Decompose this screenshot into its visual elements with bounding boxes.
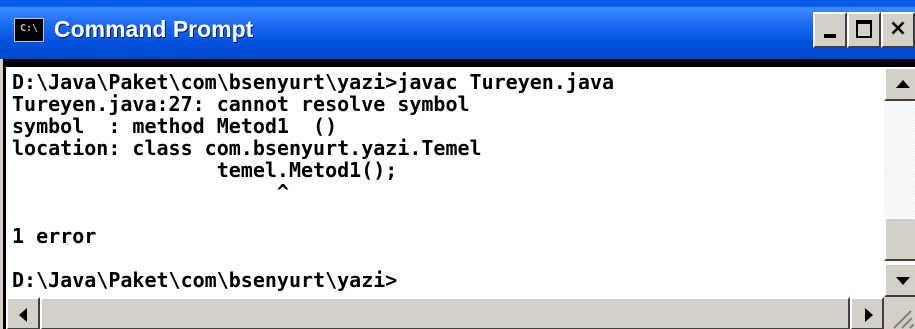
horizontal-scrollbar[interactable]	[6, 297, 884, 329]
console-line: location: class com.bsenyurt.yazi.Temel	[12, 136, 482, 160]
console-line: 1 error	[12, 224, 97, 248]
console-line: temel.Metod1();	[12, 158, 398, 182]
console-line: symbol : method Metod1 ()	[12, 114, 338, 138]
resize-grip-icon[interactable]	[884, 297, 915, 329]
console-icon[interactable]: C:\	[14, 18, 44, 42]
scroll-left-button[interactable]	[6, 297, 40, 329]
arrow-up-icon	[896, 80, 910, 88]
maximize-button[interactable]	[847, 12, 881, 48]
console-output[interactable]: D:\Java\Paket\com\bsenyurt\yazi>javac Tu…	[6, 67, 884, 297]
scroll-up-button[interactable]	[884, 67, 915, 101]
console-text: D:\Java\Paket\com\bsenyurt\yazi>javac Tu…	[6, 67, 884, 291]
arrow-left-icon	[19, 308, 27, 322]
console-area: D:\Java\Paket\com\bsenyurt\yazi>javac Tu…	[0, 59, 915, 329]
maximize-icon	[856, 20, 872, 38]
console-line: D:\Java\Paket\com\bsenyurt\yazi>javac Tu…	[12, 70, 615, 94]
window-title: Command Prompt	[54, 16, 254, 42]
minimize-button[interactable]	[813, 12, 847, 48]
title-bar[interactable]: C:\ Command Prompt ×	[0, 1, 915, 59]
console-prompt: D:\Java\Paket\com\bsenyurt\yazi>	[12, 268, 398, 292]
console-line: ^	[12, 180, 289, 204]
grip-line	[909, 323, 915, 329]
scroll-right-button[interactable]	[850, 297, 884, 329]
console-line: Tureyen.java:27: cannot resolve symbol	[12, 92, 470, 116]
close-button[interactable]: ×	[881, 12, 915, 48]
arrow-down-icon	[896, 277, 910, 285]
minimize-icon	[824, 34, 836, 38]
vertical-scroll-thumb[interactable]	[884, 217, 915, 261]
command-prompt-window: C:\ Command Prompt × D:\Java\Paket\com\b…	[0, 0, 915, 329]
arrow-right-icon	[865, 308, 873, 322]
scroll-down-button[interactable]	[884, 263, 915, 297]
close-icon: ×	[888, 16, 908, 41]
horizontal-scroll-thumb[interactable]	[40, 297, 850, 329]
vertical-scrollbar[interactable]	[884, 67, 915, 297]
